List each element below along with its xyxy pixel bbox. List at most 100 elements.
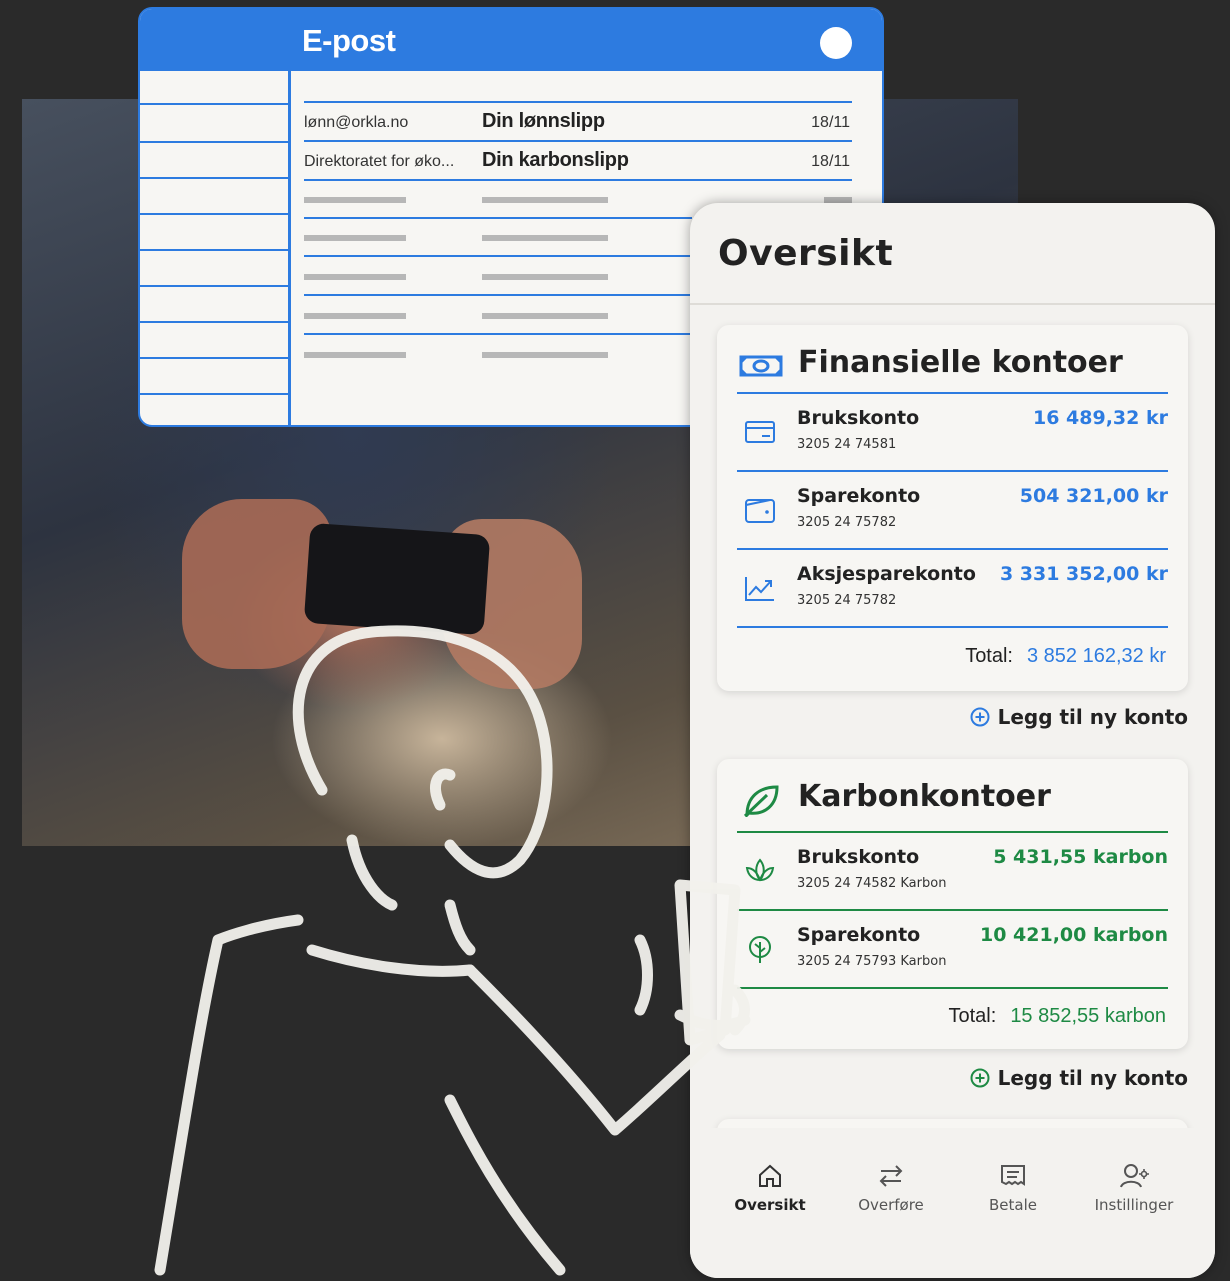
- wallet-icon: [745, 499, 775, 523]
- placeholder-bar: [304, 352, 406, 358]
- email-subject: Din lønnslipp: [482, 110, 605, 132]
- account-number: 3205 24 75793 Karbon: [797, 954, 947, 969]
- email-row[interactable]: Direktoratet for øko... Din karbonslipp …: [304, 140, 852, 180]
- email-divider: [304, 255, 692, 257]
- sidebar-divider: [140, 103, 288, 105]
- email-date: 18/11: [811, 153, 850, 170]
- app-panel: Oversikt Finansielle kontoer Brukskonto …: [690, 203, 1215, 1278]
- card-title: Karbonkontoer: [798, 779, 1051, 814]
- placeholder-bar: [482, 197, 608, 203]
- bottom-tab-bar: Oversikt Overføre Betale Instillinger: [690, 1128, 1215, 1278]
- chalk-arm: [464, 964, 726, 1136]
- account-name: Brukskonto: [797, 846, 920, 868]
- add-finance-account-button[interactable]: Legg til ny konto: [970, 705, 1188, 729]
- card-title: Finansielle kontoer: [798, 345, 1123, 380]
- carbon-accounts-card: Karbonkontoer Brukskonto 3205 24 74582 K…: [717, 759, 1188, 1049]
- divider: [737, 392, 1168, 394]
- sidebar-divider: [140, 285, 288, 287]
- placeholder-bar: [482, 274, 608, 280]
- chalk-shoulder-left: [154, 914, 304, 1276]
- card-icon: [745, 421, 775, 443]
- carbon-total: Total: 15 852,55 karbon: [949, 1005, 1167, 1028]
- add-account-label: Legg til ny konto: [997, 1066, 1188, 1090]
- total-label: Total:: [965, 645, 1013, 667]
- account-row[interactable]: Sparekonto 3205 24 75793 Karbon 10 421,0…: [737, 912, 1168, 988]
- divider: [737, 909, 1168, 911]
- trend-up-icon: [745, 577, 774, 601]
- email-subject: Din karbonslipp: [482, 149, 629, 171]
- account-number: 3205 24 75782: [797, 515, 897, 530]
- account-name: Aksjesparekonto: [797, 563, 976, 585]
- placeholder-bar: [304, 235, 406, 241]
- divider: [737, 626, 1168, 628]
- finance-accounts-card: Finansielle kontoer Brukskonto 3205 24 7…: [717, 325, 1188, 691]
- account-row[interactable]: Brukskonto 3205 24 74582 Karbon 5 431,55…: [737, 834, 1168, 910]
- email-divider: [304, 217, 692, 219]
- email-divider: [304, 294, 692, 296]
- placeholder-bar: [304, 313, 406, 319]
- tab-oversikt[interactable]: Oversikt: [710, 1162, 830, 1214]
- page-title: Oversikt: [718, 233, 894, 274]
- placeholder-bar: [482, 235, 608, 241]
- account-row[interactable]: Aksjesparekonto 3205 24 75782 3 331 352,…: [737, 551, 1168, 627]
- total-value: 3 852 162,32 kr: [1027, 645, 1166, 667]
- add-account-label: Legg til ny konto: [997, 705, 1188, 729]
- account-balance: 3 331 352,00 kr: [999, 563, 1168, 585]
- sidebar-divider: [140, 249, 288, 251]
- placeholder-bar: [304, 197, 406, 203]
- account-number: 3205 24 74582 Karbon: [797, 876, 947, 891]
- email-divider: [304, 179, 852, 181]
- total-label: Total:: [948, 1005, 997, 1027]
- email-header: E-post: [140, 9, 882, 71]
- sidebar-divider: [140, 357, 288, 359]
- email-sender: lønn@orkla.no: [304, 114, 409, 131]
- placeholder-bar: [482, 352, 608, 358]
- email-title: E-post: [302, 23, 396, 58]
- tab-label: Instillinger: [1094, 1196, 1174, 1214]
- window-dot-icon[interactable]: [820, 27, 852, 59]
- plus-circle-icon: [970, 707, 990, 727]
- add-carbon-account-button[interactable]: Legg til ny konto: [970, 1066, 1188, 1090]
- finance-total: Total: 3 852 162,32 kr: [965, 645, 1166, 668]
- tab-label: Betale: [989, 1196, 1037, 1214]
- divider: [737, 831, 1168, 833]
- tab-overfore[interactable]: Overføre: [831, 1162, 951, 1214]
- sidebar-divider: [140, 141, 288, 143]
- chalk-forearm: [444, 1094, 566, 1276]
- chalk-neck: [444, 899, 476, 956]
- account-number: 3205 24 74581: [797, 437, 897, 452]
- banknote-icon: [739, 355, 783, 377]
- divider: [737, 548, 1168, 550]
- divider: [737, 470, 1168, 472]
- tab-instillinger[interactable]: Instillinger: [1074, 1162, 1194, 1214]
- lotus-icon: [745, 858, 775, 882]
- account-balance: 16 489,32 kr: [1033, 407, 1168, 429]
- tab-label: Oversikt: [734, 1196, 806, 1214]
- sidebar-divider: [140, 213, 288, 215]
- account-name: Sparekonto: [797, 924, 921, 946]
- email-sidebar: [140, 71, 291, 425]
- transfer-icon: [879, 1165, 903, 1187]
- email-divider: [304, 333, 692, 335]
- account-row[interactable]: Sparekonto 3205 24 75782 504 321,00 kr: [737, 473, 1168, 549]
- tab-label: Overføre: [858, 1196, 924, 1214]
- plus-circle-icon: [970, 1068, 990, 1088]
- account-name: Sparekonto: [797, 485, 921, 507]
- chalk-finger: [634, 934, 653, 1016]
- tree-icon: [749, 936, 771, 963]
- tab-betale[interactable]: Betale: [953, 1162, 1073, 1214]
- sidebar-divider: [140, 393, 288, 395]
- sidebar-divider: [140, 321, 288, 323]
- email-date: 18/11: [811, 114, 850, 131]
- account-balance: 5 431,55 karbon: [993, 846, 1168, 868]
- app-header: Oversikt: [690, 203, 1215, 305]
- chalk-neck: [346, 834, 398, 911]
- email-sender: Direktoratet for øko...: [304, 153, 455, 170]
- home-icon: [759, 1164, 781, 1187]
- account-balance: 10 421,00 karbon: [980, 924, 1168, 946]
- user-settings-icon: [1120, 1164, 1149, 1188]
- email-row[interactable]: lønn@orkla.no Din lønnslipp 18/11: [304, 101, 852, 141]
- account-row[interactable]: Brukskonto 3205 24 74581 16 489,32 kr: [737, 395, 1168, 471]
- invoice-icon: [1001, 1165, 1025, 1186]
- placeholder-bar: [304, 274, 406, 280]
